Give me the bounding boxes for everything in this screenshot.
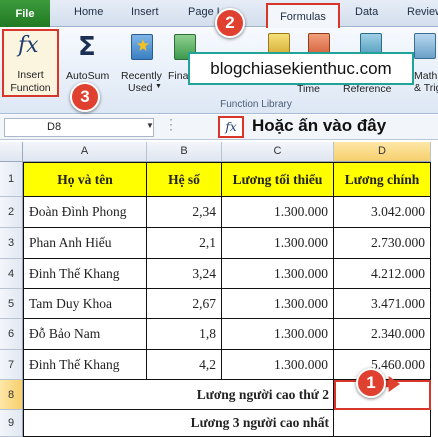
table-cell[interactable]: 1.300.000 bbox=[222, 289, 334, 319]
autosum-label: AutoSum bbox=[66, 70, 110, 82]
table-cell[interactable]: Đinh Thế Khang bbox=[23, 350, 147, 380]
formula-bar-resize-dots: ⋮ bbox=[164, 116, 178, 132]
math-book-icon[interactable] bbox=[414, 33, 436, 59]
step-3-badge: 3 bbox=[70, 82, 100, 112]
row-header-7[interactable]: 7 bbox=[0, 350, 23, 380]
header-coefficient[interactable]: Hệ số bbox=[147, 162, 222, 197]
table-cell[interactable]: 2,67 bbox=[147, 289, 222, 319]
table-cell[interactable]: 1.300.000 bbox=[222, 228, 334, 259]
table-cell[interactable]: Đoàn Đình Phong bbox=[23, 197, 147, 228]
math-label-1: Math bbox=[414, 70, 438, 82]
recently-label-1: Recently bbox=[121, 70, 162, 82]
table-cell[interactable]: 1,8 bbox=[147, 319, 222, 350]
column-header-a[interactable]: A bbox=[23, 142, 147, 162]
select-all-corner[interactable] bbox=[0, 142, 23, 162]
tab-review[interactable]: Review bbox=[407, 6, 438, 18]
column-header-d[interactable]: D bbox=[334, 142, 431, 162]
name-box[interactable]: D8 bbox=[4, 118, 154, 137]
table-cell[interactable]: Đỗ Bảo Nam bbox=[23, 319, 147, 350]
function-library-group-label: Function Library bbox=[220, 99, 292, 110]
table-cell[interactable] bbox=[334, 410, 431, 437]
insert-function-label-1: Insert bbox=[17, 69, 44, 81]
recently-used-button[interactable]: Recently Used ▼ bbox=[118, 30, 168, 95]
table-cell[interactable]: 4.212.000 bbox=[334, 259, 431, 289]
header-name[interactable]: Họ và tên bbox=[23, 162, 147, 197]
row-header-6[interactable]: 6 bbox=[0, 319, 23, 350]
row-header-4[interactable]: 4 bbox=[0, 259, 23, 289]
sigma-icon: Σ bbox=[78, 32, 96, 62]
tab-formulas[interactable]: Formulas bbox=[266, 3, 340, 28]
hint-text: Hoặc ấn vào đây bbox=[252, 116, 387, 135]
table-cell[interactable]: 1.300.000 bbox=[222, 259, 334, 289]
table-cell[interactable]: 2.340.000 bbox=[334, 319, 431, 350]
step-2-badge: 2 bbox=[215, 8, 245, 38]
table-cell[interactable]: Phan Anh Hiếu bbox=[23, 228, 147, 259]
recently-label-2: Used bbox=[128, 82, 153, 94]
math-label-2: & Trig bbox=[414, 82, 438, 94]
table-cell[interactable]: Đinh Thế Khang bbox=[23, 259, 147, 289]
table-cell[interactable]: 2.730.000 bbox=[334, 228, 431, 259]
header-min-salary[interactable]: Lương tối thiểu bbox=[222, 162, 334, 197]
row-header-2[interactable]: 2 bbox=[0, 197, 23, 228]
name-box-dropdown-icon[interactable]: ▼ bbox=[146, 121, 154, 130]
table-cell[interactable]: 1.300.000 bbox=[222, 350, 334, 380]
row-header-9[interactable]: 9 bbox=[0, 410, 23, 437]
top3-salary-label[interactable]: Lương 3 người cao nhất bbox=[23, 410, 334, 437]
column-header-c[interactable]: C bbox=[222, 142, 334, 162]
table-cell[interactable]: 2,34 bbox=[147, 197, 222, 228]
table-cell[interactable]: 1.300.000 bbox=[222, 197, 334, 228]
watermark-banner: blogchiasekienthuc.com bbox=[188, 52, 414, 85]
table-cell[interactable]: 2,1 bbox=[147, 228, 222, 259]
insert-function-label-2: Function bbox=[10, 82, 51, 94]
tab-data[interactable]: Data bbox=[355, 6, 378, 18]
table-cell[interactable]: 1.300.000 bbox=[222, 319, 334, 350]
table-cell[interactable]: 3.042.000 bbox=[334, 197, 431, 228]
chevron-down-icon: ▼ bbox=[155, 83, 162, 90]
fx-icon: fx bbox=[18, 33, 39, 58]
table-cell[interactable]: 3,24 bbox=[147, 259, 222, 289]
step-1-badge: 1 bbox=[356, 368, 386, 398]
second-highest-salary-label[interactable]: Lương người cao thứ 2 bbox=[23, 380, 334, 410]
row-header-1[interactable]: 1 bbox=[0, 162, 23, 197]
table-cell[interactable]: Tam Duy Khoa bbox=[23, 289, 147, 319]
column-header-b[interactable]: B bbox=[147, 142, 222, 162]
tab-insert[interactable]: Insert bbox=[131, 6, 159, 18]
table-cell[interactable]: 3.471.000 bbox=[334, 289, 431, 319]
row-header-3[interactable]: 3 bbox=[0, 228, 23, 259]
row-header-5[interactable]: 5 bbox=[0, 289, 23, 319]
insert-function-fx-button[interactable]: fx bbox=[218, 116, 244, 138]
row-header-8[interactable]: 8 bbox=[0, 380, 23, 410]
header-main-salary[interactable]: Lương chính bbox=[334, 162, 431, 197]
tab-file[interactable]: File bbox=[0, 0, 50, 27]
table-cell[interactable]: 4,2 bbox=[147, 350, 222, 380]
tab-home[interactable]: Home bbox=[74, 6, 103, 18]
insert-function-button[interactable]: fx Insert Function bbox=[2, 29, 59, 97]
